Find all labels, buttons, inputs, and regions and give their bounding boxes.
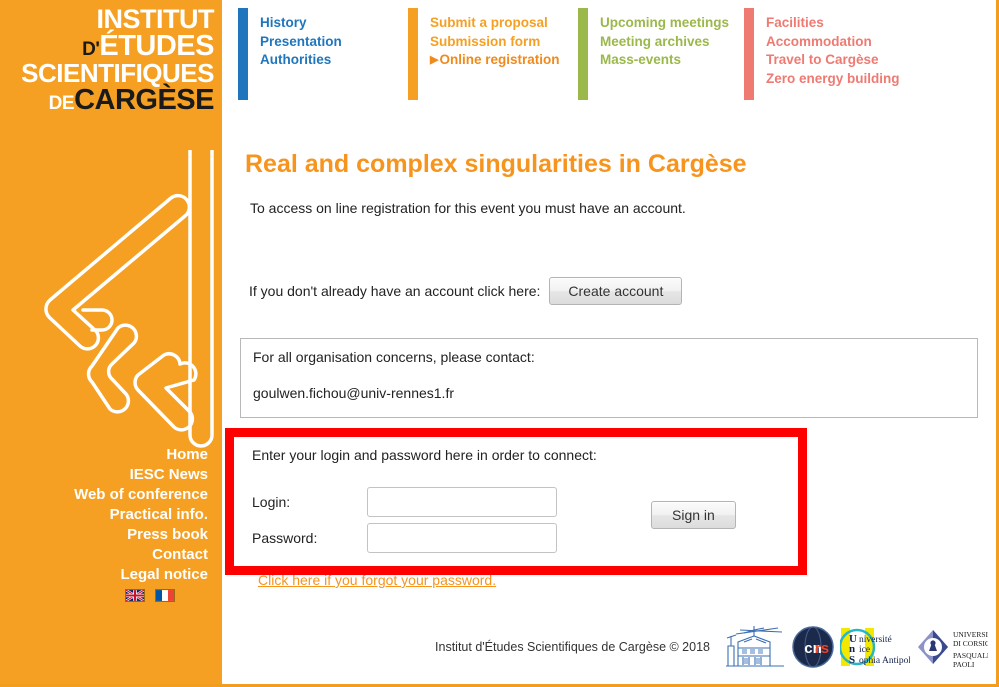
left-sidebar: INSTITUT D'ÉTUDES SCIENTIFIQUES DECARGÈS… — [0, 0, 222, 684]
svg-text:ice: ice — [859, 645, 870, 655]
logo-line-cargese: DECARGÈSE — [0, 84, 215, 117]
nav-link-authorities[interactable]: Authorities — [260, 51, 342, 70]
organisation-contact-box: For all organisation concerns, please co… — [240, 338, 978, 418]
logo-word-cargese: CARGÈSE — [74, 84, 214, 117]
nav-links-about: History Presentation Authorities — [260, 14, 342, 70]
nav-accent-bar-orange — [408, 8, 418, 100]
main-content: History Presentation Authorities Submit … — [222, 0, 996, 684]
sidebar-item-contact[interactable]: Contact — [0, 545, 208, 565]
password-input[interactable] — [367, 523, 557, 553]
svg-text:ophia Antipolis: ophia Antipolis — [859, 656, 910, 666]
sidebar-item-press-book[interactable]: Press book — [0, 525, 208, 545]
footer-copyright: Institut d'Études Scientifiques de Cargè… — [435, 640, 710, 654]
nav-link-upcoming-meetings[interactable]: Upcoming meetings — [600, 14, 729, 33]
universite-nice-sophia-antipolis-logo[interactable]: U n S niversité ice ophia Antipolis — [838, 625, 918, 669]
login-field-row: Login: — [252, 487, 557, 517]
logo-prefix-de: DE — [48, 93, 75, 115]
logo-line-scientifiques: SCIENTIFIQUES — [21, 57, 214, 88]
nav-accent-bar-green — [578, 8, 588, 100]
svg-text:DI CORSICA: DI CORSICA — [953, 639, 988, 648]
nav-link-meeting-archives[interactable]: Meeting archives — [600, 33, 729, 52]
svg-text:PASQUALE: PASQUALE — [953, 651, 988, 660]
create-account-button[interactable]: Create account — [549, 277, 683, 305]
iesc-monogram-icon — [40, 138, 222, 450]
nav-link-submission-form[interactable]: Submission form — [430, 33, 560, 52]
password-field-row: Password: — [252, 523, 557, 553]
login-label: Login: — [252, 494, 291, 510]
page-title: Real and complex singularities in Cargès… — [245, 149, 747, 178]
nav-link-facilities[interactable]: Facilities — [766, 14, 900, 33]
sidebar-item-home[interactable]: Home — [0, 445, 208, 465]
password-label: Password: — [252, 530, 318, 546]
footer-content: Institut d'Études Scientifiques de Cargè… — [435, 624, 996, 670]
logo-line-etudes: D'ÉTUDES — [0, 32, 214, 61]
logo-line-institut: INSTITUT — [96, 4, 215, 34]
nav-link-mass-events[interactable]: Mass-events — [600, 51, 729, 70]
nav-link-travel-to-cargese[interactable]: Travel to Cargèse — [766, 51, 900, 70]
page-footer: Institut d'Études Scientifiques de Cargè… — [222, 618, 996, 684]
sidebar-item-practical-info[interactable]: Practical info. — [0, 505, 208, 525]
nav-link-submit-a-proposal[interactable]: Submit a proposal — [430, 14, 560, 33]
nav-link-online-registration[interactable]: ▶Online registration — [430, 51, 560, 70]
sidebar-item-web-of-conference[interactable]: Web of conference — [0, 485, 208, 505]
nav-link-history[interactable]: History — [260, 14, 342, 33]
svg-text:niversité: niversité — [859, 635, 892, 645]
site-logo[interactable]: INSTITUT D'ÉTUDES SCIENTIFIQUES DECARGÈS… — [0, 4, 222, 117]
sidebar-item-iesc-news[interactable]: IESC News — [0, 465, 208, 485]
login-prompt: Enter your login and password here in or… — [252, 447, 597, 463]
nav-column-practical: Facilities Accommodation Travel to Cargè… — [744, 8, 994, 100]
nav-links-proposals: Submit a proposal Submission form ▶Onlin… — [430, 14, 560, 70]
iesc-building-logo[interactable] — [724, 624, 786, 670]
intro-text: To access on line registration for this … — [250, 200, 686, 216]
nav-links-meetings: Upcoming meetings Meeting archives Mass-… — [600, 14, 729, 70]
login-form-highlight-frame: Enter your login and password here in or… — [225, 428, 807, 575]
nav-column-proposals: Submit a proposal Submission form ▶Onlin… — [408, 8, 578, 100]
sidebar-nav: Home IESC News Web of conference Practic… — [0, 445, 222, 585]
login-input[interactable] — [367, 487, 557, 517]
france-flag-icon[interactable] — [155, 589, 175, 602]
caret-right-icon: ▶ — [430, 54, 439, 66]
contact-email[interactable]: goulwen.fichou@univ-rennes1.fr — [253, 385, 965, 401]
svg-text:rs: rs — [815, 640, 829, 657]
nav-link-zero-energy-building[interactable]: Zero energy building — [766, 70, 900, 89]
nav-column-about: History Presentation Authorities — [238, 8, 418, 100]
page-root: INSTITUT D'ÉTUDES SCIENTIFIQUES DECARGÈS… — [0, 0, 999, 687]
svg-text:PAOLI: PAOLI — [953, 660, 975, 669]
cnrs-logo[interactable]: cn rs — [792, 626, 834, 668]
language-switcher — [0, 589, 222, 602]
svg-text:UNIVERSITÀ: UNIVERSITÀ — [953, 629, 988, 639]
nav-accent-bar-blue — [238, 8, 248, 100]
sidebar-item-legal-notice[interactable]: Legal notice — [0, 565, 208, 585]
sign-in-button[interactable]: Sign in — [651, 501, 736, 529]
nav-link-accommodation[interactable]: Accommodation — [766, 33, 900, 52]
nav-column-meetings: Upcoming meetings Meeting archives Mass-… — [578, 8, 743, 100]
svg-text:S: S — [849, 654, 855, 666]
uk-flag-icon[interactable] — [124, 589, 145, 602]
nav-links-practical: Facilities Accommodation Travel to Cargè… — [766, 14, 900, 88]
create-account-row: If you don't already have an account cli… — [249, 277, 683, 305]
top-navigation: History Presentation Authorities Submit … — [222, 8, 996, 106]
nav-accent-bar-salmon — [744, 8, 754, 100]
nav-link-online-registration-label: Online registration — [439, 52, 560, 67]
nav-link-presentation[interactable]: Presentation — [260, 33, 342, 52]
universita-di-corsica-pasquale-paoli-logo[interactable]: UNIVERSITÀ DI CORSICA PASQUALE PAOLI — [916, 624, 996, 670]
contact-box-heading: For all organisation concerns, please co… — [253, 349, 535, 365]
create-account-label: If you don't already have an account cli… — [249, 283, 541, 299]
